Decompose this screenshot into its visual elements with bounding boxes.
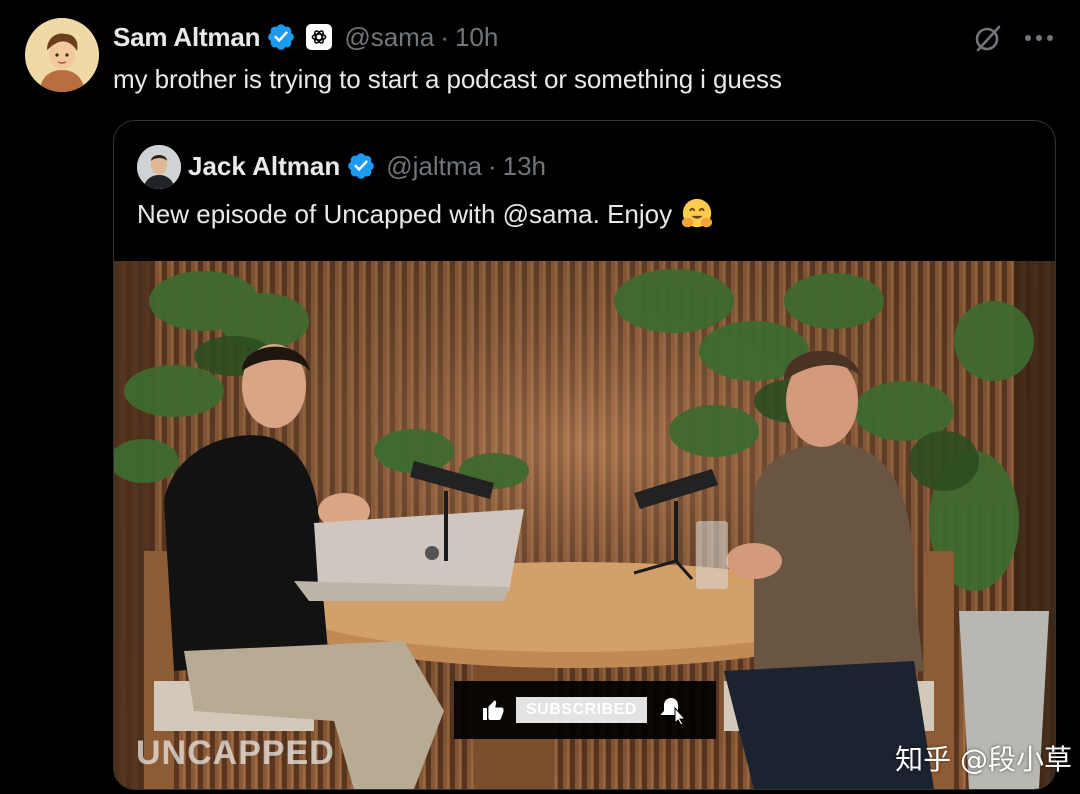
subscribed-button[interactable]: SUBSCRIBED xyxy=(516,697,647,723)
grok-icon[interactable] xyxy=(972,22,1004,54)
author-name[interactable]: Sam Altman xyxy=(113,22,261,53)
separator-dot: · xyxy=(440,21,449,52)
quote-author-avatar[interactable] xyxy=(137,145,181,189)
zhihu-watermark: 知乎 @段小草 xyxy=(895,743,1072,776)
tweet-page: Sam Altman @sama · 10h my brother is try… xyxy=(0,0,1080,794)
quote-author-handle[interactable]: @jaltma xyxy=(386,151,482,182)
show-title-watermark: UNCAPPED xyxy=(136,734,335,772)
author-avatar[interactable] xyxy=(25,18,99,92)
subscribe-overlay[interactable]: SUBSCRIBED xyxy=(454,681,716,739)
verified-badge-icon xyxy=(268,24,295,50)
quote-tweet-card[interactable]: Jack Altman @jaltma · 13h New episode of… xyxy=(113,120,1056,790)
video-thumbnail[interactable]: SUBSCRIBED UNCAPPED xyxy=(114,261,1055,789)
thumbs-up-icon[interactable] xyxy=(480,698,506,722)
quote-post-time[interactable]: 13h xyxy=(503,151,546,182)
hugging-face-emoji xyxy=(682,198,713,228)
openai-logo-icon[interactable] xyxy=(306,24,333,50)
quote-author-name[interactable]: Jack Altman xyxy=(188,151,340,182)
quote-text: New episode of Uncapped with @sama. Enjo… xyxy=(137,198,673,229)
bell-cursor-icon[interactable] xyxy=(659,694,689,726)
separator-dot: · xyxy=(487,150,497,181)
tweet-actions xyxy=(972,22,1054,54)
quote-text-row: New episode of Uncapped with @sama. Enjo… xyxy=(137,197,714,231)
more-dots-icon[interactable] xyxy=(1024,33,1054,43)
tweet-text: my brother is trying to start a podcast … xyxy=(113,64,782,94)
post-time[interactable]: 10h xyxy=(455,22,498,53)
verified-badge-icon xyxy=(348,153,375,179)
author-handle[interactable]: @sama xyxy=(344,22,434,53)
tweet-header: Sam Altman @sama · 10h xyxy=(113,20,498,54)
quote-header: Jack Altman @jaltma · 13h xyxy=(188,149,546,183)
subscribed-label: SUBSCRIBED xyxy=(526,701,637,718)
